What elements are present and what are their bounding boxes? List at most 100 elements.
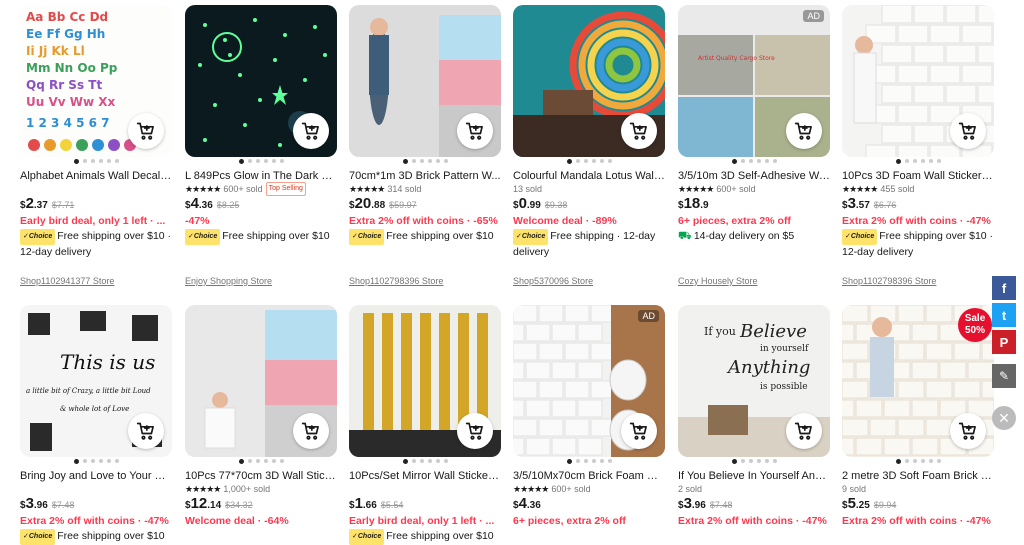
delivery-truck-icon: ⛟ [678, 230, 692, 242]
price: $2.37 [20, 195, 48, 212]
product-card[interactable]: 10Pcs 77*70cm 3D Wall Sticke... ★★★★★ 1,00… [185, 305, 337, 529]
promo-text: Welcome deal · -89% [513, 215, 617, 227]
product-title[interactable]: 2 metre 3D Soft Foam Brick W... [842, 469, 994, 483]
product-image[interactable] [349, 5, 501, 157]
promo-text: Extra 2% off with coins · -47% [842, 515, 991, 527]
product-card[interactable]: 10Pcs 3D Foam Wall Stickers ... ★★★★★ 455 … [842, 5, 994, 259]
price: $5.25 [842, 495, 870, 512]
add-to-cart-icon[interactable] [950, 413, 986, 449]
store-link[interactable]: Shop1102798396 Store [842, 276, 936, 286]
price-row: $3.57 $6.76 [842, 195, 994, 213]
carousel-dots [349, 458, 501, 469]
sales-meta [20, 183, 172, 195]
sales-meta: ★★★★★ 600+ sold [513, 483, 665, 495]
carousel-dots [185, 458, 337, 469]
add-to-cart-icon[interactable] [293, 113, 329, 149]
carousel-dots [349, 158, 501, 169]
product-card[interactable]: Sale 50% 2 metre 3D Soft Foam Brick W... 9… [842, 305, 994, 529]
price: $1.66 [349, 495, 377, 512]
original-price: $34.32 [225, 500, 253, 510]
shipping-info: ✓Choice Free shipping over $10 [349, 229, 501, 245]
product-image[interactable]: AD [513, 305, 665, 457]
add-to-cart-icon[interactable] [621, 413, 657, 449]
product-image[interactable]: This is us a little bit of Crazy, a littl… [20, 305, 172, 457]
product-title[interactable]: 10Pcs 77*70cm 3D Wall Sticke... [185, 469, 337, 483]
product-image[interactable]: Aa Bb Cc Dd Ee Ff Gg Hh Ii Jj Kk Ll Mm Nn O… [20, 5, 172, 157]
carousel-dots [678, 158, 830, 169]
close-share-icon[interactable]: ✕ [992, 406, 1016, 430]
promo-text: Extra 2% off with coins · -47% [678, 515, 827, 527]
promo-text: Extra 2% off with coins · -65% [349, 215, 498, 227]
carousel-dots [678, 458, 830, 469]
product-image[interactable] [185, 305, 337, 457]
product-image[interactable] [185, 5, 337, 157]
price: $12.14 [185, 495, 222, 512]
store-link[interactable]: Enjoy Shopping Store [185, 276, 272, 286]
promo-text: Extra 2% off with coins · -47% [842, 215, 991, 227]
ad-badge: AD [638, 310, 659, 322]
twitter-share-icon[interactable]: t [992, 303, 1016, 327]
store-link[interactable]: Shop5370096 Store [513, 276, 593, 286]
svg-text:Believe: Believe [739, 321, 807, 342]
store-link[interactable]: Cozy Housely Store [678, 276, 758, 286]
original-price: $9.94 [873, 500, 897, 510]
svg-text:Uu Vv Ww Xx: Uu Vv Ww Xx [26, 95, 116, 109]
add-to-cart-icon[interactable] [128, 113, 164, 149]
price: $3.57 [842, 195, 870, 212]
sales-meta: 2 sold [678, 483, 830, 495]
promo-text: 6+ pieces, extra 2% off [678, 215, 791, 227]
product-card[interactable]: 10Pcs/Set Mirror Wall Stickers... $1.66 $5… [349, 305, 501, 545]
sales-meta: 13 sold [513, 183, 665, 195]
store-link[interactable]: Shop1102798396 Store [349, 276, 443, 286]
product-title[interactable]: 3/5/10m 3D Self-Adhesive Wal... [678, 169, 830, 183]
product-card[interactable]: AD 3/5/10Mx70cm Brick Foam Pa... ★★★★★ 600+… [513, 305, 665, 529]
price: $3.96 [20, 495, 48, 512]
add-to-cart-icon[interactable] [621, 113, 657, 149]
product-image[interactable]: If you Believe in yourself Anything is possi… [678, 305, 830, 457]
product-image[interactable]: Sale 50% [842, 305, 994, 457]
product-title[interactable]: Bring Joy and Love to Your Ho... [20, 469, 172, 483]
svg-text:is possible: is possible [760, 382, 808, 392]
add-to-cart-icon[interactable] [457, 413, 493, 449]
add-to-cart-icon[interactable] [128, 413, 164, 449]
sales-meta: ★★★★★ 455 sold [842, 183, 994, 195]
product-card[interactable]: Colourful Mandala Lotus Wall ... 13 sold $… [513, 5, 665, 259]
edit-icon[interactable]: ✎ [992, 364, 1016, 388]
product-card[interactable]: If you Believe in yourself Anything is possi… [678, 305, 830, 529]
product-image[interactable] [513, 5, 665, 157]
product-image[interactable] [349, 305, 501, 457]
svg-text:Ee Ff Gg Hh: Ee Ff Gg Hh [26, 27, 105, 41]
product-title[interactable]: 10Pcs/Set Mirror Wall Stickers... [349, 469, 501, 483]
product-title[interactable]: 3/5/10Mx70cm Brick Foam Pa... [513, 469, 665, 483]
add-to-cart-icon[interactable] [950, 113, 986, 149]
add-to-cart-icon[interactable] [293, 413, 329, 449]
shipping-info: ✓Choice Free shipping over $10 · 12-day d… [20, 229, 172, 258]
product-title[interactable]: Colourful Mandala Lotus Wall ... [513, 169, 665, 183]
product-image[interactable] [842, 5, 994, 157]
shipping-info: ✓Choice Free shipping over $10 [20, 529, 172, 545]
price: $0.99 [513, 195, 541, 212]
add-to-cart-icon[interactable] [786, 113, 822, 149]
original-price: $7.71 [51, 200, 75, 210]
price: $4.36 [513, 495, 541, 512]
product-title[interactable]: Alphabet Animals Wall Decals ... [20, 169, 172, 183]
product-card[interactable]: Aa Bb Cc Dd Ee Ff Gg Hh Ii Jj Kk Ll Mm Nn O… [20, 5, 172, 259]
store-link[interactable]: Shop1102941377 Store [20, 276, 114, 286]
facebook-share-icon[interactable]: f [992, 276, 1016, 300]
sold-count: 314 sold [387, 184, 422, 194]
product-card[interactable]: Artist Quality Cargo Store AD 3/5/10m 3D S… [678, 5, 830, 243]
sales-meta [20, 483, 172, 495]
pinterest-share-icon[interactable]: P [992, 330, 1016, 354]
product-title[interactable]: L 849Pcs Glow in The Dark Sta... [185, 169, 337, 183]
product-title[interactable]: If You Believe In Yourself Anyt... [678, 469, 830, 483]
product-title[interactable]: 70cm*1m 3D Brick Pattern W... [349, 169, 501, 183]
product-card[interactable]: This is us a little bit of Crazy, a littl… [20, 305, 172, 545]
svg-text:Qq Rr Ss Tt: Qq Rr Ss Tt [26, 78, 102, 92]
svg-text:Ii Jj Kk Ll: Ii Jj Kk Ll [26, 44, 85, 58]
add-to-cart-icon[interactable] [786, 413, 822, 449]
product-image[interactable]: Artist Quality Cargo Store AD [678, 5, 830, 157]
product-title[interactable]: 10Pcs 3D Foam Wall Stickers ... [842, 169, 994, 183]
product-card[interactable]: 70cm*1m 3D Brick Pattern W... ★★★★★ 314 so… [349, 5, 501, 245]
add-to-cart-icon[interactable] [457, 113, 493, 149]
product-card[interactable]: L 849Pcs Glow in The Dark Sta... ★★★★★ 600… [185, 5, 337, 245]
